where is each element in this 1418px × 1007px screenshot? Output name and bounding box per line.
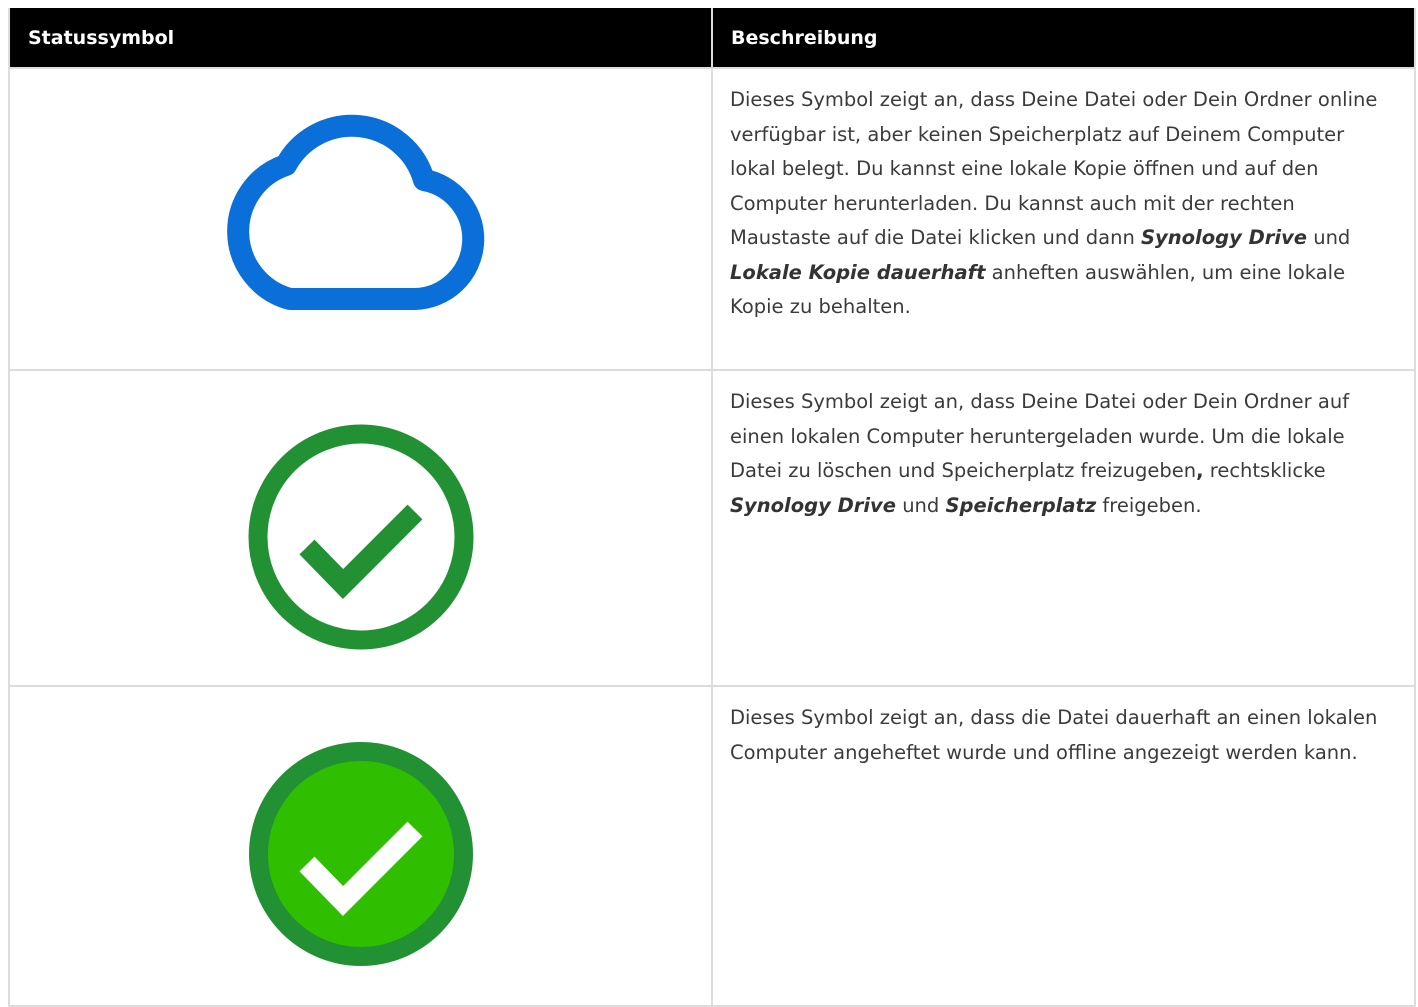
description-text: freigeben. [1096,493,1202,517]
description-cell: Dieses Symbol zeigt an, dass die Datei d… [711,685,1416,1007]
description-text: und [1307,226,1351,249]
check-circle-outline-icon [248,424,474,650]
emphasis-lokale-kopie: Lokale Kopie dauerhaft [730,260,986,284]
description-cell: Dieses Symbol zeigt an, dass Deine Datei… [711,369,1416,687]
description-text: rechtsklicke [1203,459,1326,482]
description-text: Dieses Symbol zeigt an, dass die Datei d… [730,706,1378,764]
icon-cell [8,685,713,1007]
table-row: Dieses Symbol zeigt an, dass die Datei d… [8,685,1416,1007]
header-status-icon: Statussymbol [8,8,713,69]
emphasis-synology-drive: Synology Drive [1141,226,1308,249]
description-cell: Dieses Symbol zeigt an, dass Deine Datei… [711,67,1416,371]
header-description: Beschreibung [711,8,1416,69]
description-text: Dieses Symbol zeigt an, dass Deine Datei… [730,88,1378,249]
emphasis-speicherplatz: Speicherplatz [945,493,1097,517]
table-row: Dieses Symbol zeigt an, dass Deine Datei… [8,369,1416,687]
icon-cell [8,67,713,371]
emphasis-comma: , [1196,459,1204,482]
emphasis-synology-drive: Synology Drive [730,493,896,517]
check-circle-filled-icon [249,742,473,966]
table-row: Dieses Symbol zeigt an, dass Deine Datei… [8,67,1416,371]
cloud-outline-icon [227,114,485,310]
description-text: und [896,493,946,517]
icon-cell [8,369,713,687]
table-header-row: Statussymbol Beschreibung [8,8,1416,69]
status-icon-table: Statussymbol Beschreibung Dieses Symbol … [8,8,1416,1007]
